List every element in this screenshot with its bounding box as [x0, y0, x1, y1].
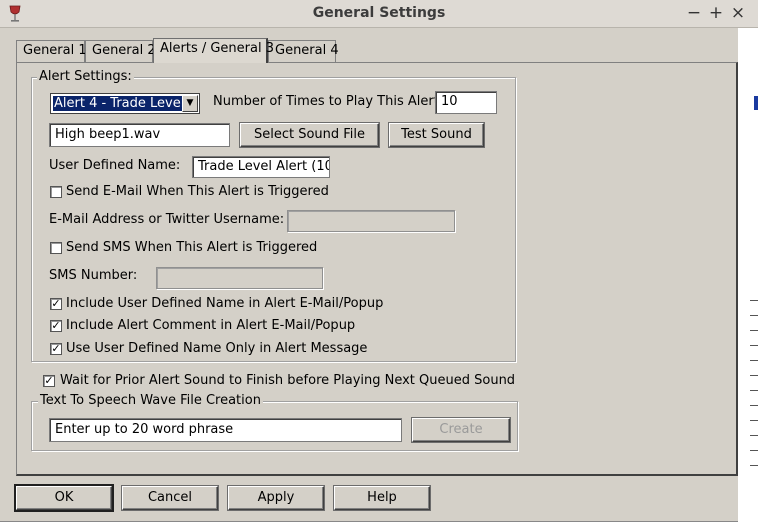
tts-legend: Text To Speech Wave File Creation: [38, 393, 263, 408]
send-email-checkbox[interactable]: [50, 186, 62, 198]
sound-file-input[interactable]: High beep1.wav: [49, 123, 230, 147]
alert-select-dropdown[interactable]: Alert 4 - Trade Level A ▼: [50, 93, 200, 114]
tab-general-2[interactable]: General 2: [85, 40, 156, 62]
chevron-down-icon[interactable]: ▼: [182, 95, 198, 112]
background-chart-marker: [754, 96, 758, 110]
email-address-input[interactable]: [287, 210, 455, 232]
tab-general-4[interactable]: General 4: [268, 40, 339, 62]
background-window-bottom: [0, 521, 738, 532]
times-to-play-input[interactable]: 10: [435, 91, 497, 114]
close-button[interactable]: ×: [728, 4, 748, 24]
include-name-checkbox[interactable]: ✓: [50, 298, 62, 310]
include-name-label: Include User Defined Name in Alert E-Mai…: [66, 296, 384, 311]
user-defined-name-label: User Defined Name:: [49, 158, 181, 173]
alert-settings-legend: Alert Settings:: [37, 69, 134, 84]
send-sms-checkbox[interactable]: [50, 242, 62, 254]
help-button[interactable]: Help: [334, 486, 430, 510]
send-sms-label: Send SMS When This Alert is Triggered: [66, 240, 318, 255]
wait-prior-label: Wait for Prior Alert Sound to Finish bef…: [60, 373, 516, 388]
send-email-label: Send E-Mail When This Alert is Triggered: [66, 184, 329, 199]
email-address-label: E-Mail Address or Twitter Username:: [49, 212, 285, 227]
wait-prior-checkbox[interactable]: ✓: [43, 375, 55, 387]
include-comment-checkbox[interactable]: ✓: [50, 320, 62, 332]
ok-button[interactable]: OK: [16, 486, 112, 510]
test-sound-button[interactable]: Test Sound: [389, 123, 484, 147]
tts-phrase-input[interactable]: Enter up to 20 word phrase: [49, 418, 402, 442]
create-button[interactable]: Create: [412, 418, 510, 442]
tab-alerts-general-3[interactable]: Alerts / General 3: [153, 38, 274, 63]
use-name-only-checkbox[interactable]: ✓: [50, 343, 62, 355]
alert-select-value: Alert 4 - Trade Level A: [52, 95, 183, 112]
apply-button[interactable]: Apply: [228, 486, 324, 510]
maximize-button[interactable]: +: [706, 4, 726, 24]
window-title: General Settings: [312, 5, 446, 21]
select-sound-file-button[interactable]: Select Sound File: [240, 123, 379, 147]
minimize-button[interactable]: −: [684, 4, 704, 24]
tab-general-1[interactable]: General 1: [16, 40, 87, 62]
cancel-button[interactable]: Cancel: [122, 486, 218, 510]
user-defined-name-input[interactable]: Trade Level Alert (10x: [192, 156, 330, 178]
sms-number-label: SMS Number:: [49, 268, 138, 283]
sms-number-input[interactable]: [156, 267, 323, 289]
times-to-play-label: Number of Times to Play This Alert:: [213, 94, 444, 109]
use-name-only-label: Use User Defined Name Only in Alert Mess…: [66, 341, 368, 356]
include-comment-label: Include Alert Comment in Alert E-Mail/Po…: [66, 318, 356, 333]
